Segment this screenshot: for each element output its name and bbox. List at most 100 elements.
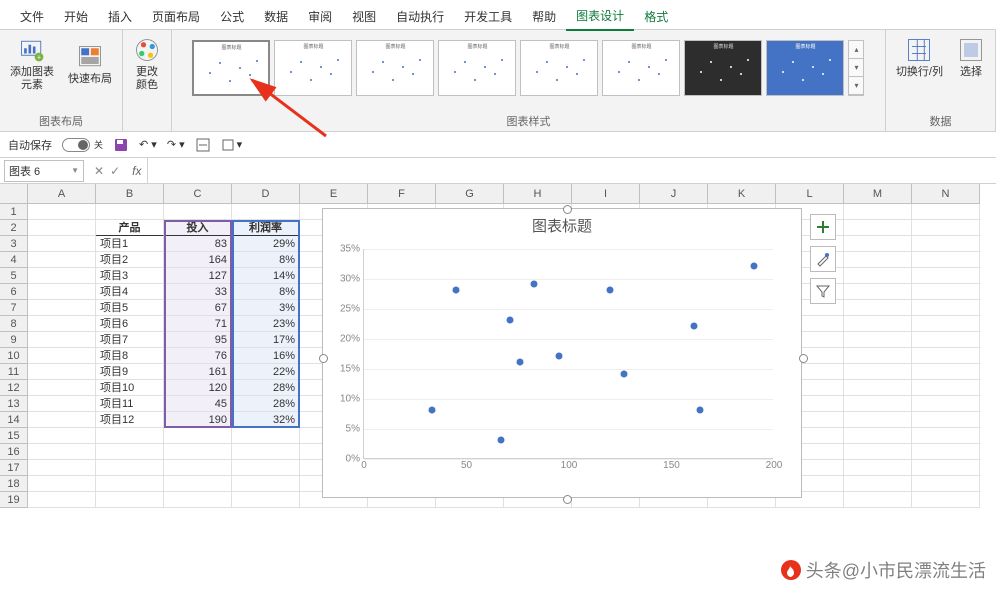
tab-insert[interactable]: 插入 — [98, 3, 142, 30]
col-header-I[interactable]: I — [572, 184, 640, 204]
cell-A17[interactable] — [28, 460, 96, 476]
cell-B8[interactable]: 项目6 — [96, 316, 164, 332]
chart-elements-button[interactable] — [810, 214, 836, 240]
cell-N1[interactable] — [912, 204, 980, 220]
cell-N8[interactable] — [912, 316, 980, 332]
cell-B19[interactable] — [96, 492, 164, 508]
cell-M14[interactable] — [844, 412, 912, 428]
data-point[interactable] — [621, 371, 628, 378]
formula-input[interactable] — [147, 158, 996, 183]
col-header-H[interactable]: H — [504, 184, 572, 204]
cell-N4[interactable] — [912, 252, 980, 268]
data-point[interactable] — [531, 281, 538, 288]
name-box[interactable]: 图表 6▼ — [4, 160, 84, 182]
row-header-16[interactable]: 16 — [0, 444, 28, 460]
cell-C14[interactable]: 190 — [164, 412, 232, 428]
cell-B3[interactable]: 项目1 — [96, 236, 164, 252]
cell-M5[interactable] — [844, 268, 912, 284]
style-gallery-scroll[interactable]: ▴ ▾ ▾ — [848, 40, 864, 96]
cell-B4[interactable]: 项目2 — [96, 252, 164, 268]
cell-D10[interactable]: 16% — [232, 348, 300, 364]
cell-B10[interactable]: 项目8 — [96, 348, 164, 364]
cell-A4[interactable] — [28, 252, 96, 268]
cell-N12[interactable] — [912, 380, 980, 396]
cell-D4[interactable]: 8% — [232, 252, 300, 268]
switch-row-col-button[interactable]: 切换行/列 — [892, 34, 947, 81]
row-header-17[interactable]: 17 — [0, 460, 28, 476]
select-all-corner[interactable] — [0, 184, 28, 204]
cell-B15[interactable] — [96, 428, 164, 444]
cell-C7[interactable]: 67 — [164, 300, 232, 316]
cell-N15[interactable] — [912, 428, 980, 444]
cell-A15[interactable] — [28, 428, 96, 444]
cell-A18[interactable] — [28, 476, 96, 492]
row-header-13[interactable]: 13 — [0, 396, 28, 412]
add-chart-element-button[interactable]: + 添加图表 元素 — [6, 34, 58, 94]
cell-B7[interactable]: 项目5 — [96, 300, 164, 316]
data-point[interactable] — [750, 263, 757, 270]
row-header-2[interactable]: 2 — [0, 220, 28, 236]
chart-object[interactable]: 图表标题 0%5%10%15%20%25%30%35%050100150200 — [322, 208, 802, 498]
cell-B17[interactable] — [96, 460, 164, 476]
cell-M2[interactable] — [844, 220, 912, 236]
cell-C4[interactable]: 164 — [164, 252, 232, 268]
cell-M8[interactable] — [844, 316, 912, 332]
cell-B14[interactable]: 项目12 — [96, 412, 164, 428]
cell-A6[interactable] — [28, 284, 96, 300]
cell-C17[interactable] — [164, 460, 232, 476]
autosave-toggle[interactable] — [62, 138, 90, 152]
data-point[interactable] — [506, 317, 513, 324]
chart-style-2[interactable]: 图表标题 — [274, 40, 352, 96]
row-header-9[interactable]: 9 — [0, 332, 28, 348]
tab-auto-execute[interactable]: 自动执行 — [386, 3, 454, 30]
redo-icon[interactable]: ↷ ▾ — [167, 138, 185, 151]
chart-style-7[interactable]: 图表标题 — [684, 40, 762, 96]
chart-handle[interactable] — [319, 354, 328, 363]
cell-M1[interactable] — [844, 204, 912, 220]
row-header-5[interactable]: 5 — [0, 268, 28, 284]
cell-B18[interactable] — [96, 476, 164, 492]
cell-M18[interactable] — [844, 476, 912, 492]
tab-data[interactable]: 数据 — [254, 3, 298, 30]
cell-M13[interactable] — [844, 396, 912, 412]
cell-A13[interactable] — [28, 396, 96, 412]
cell-C19[interactable] — [164, 492, 232, 508]
chart-style-3[interactable]: 图表标题 — [356, 40, 434, 96]
quick-layout-button[interactable]: 快速布局 — [64, 34, 116, 94]
cell-D17[interactable] — [232, 460, 300, 476]
row-header-19[interactable]: 19 — [0, 492, 28, 508]
cell-C5[interactable]: 127 — [164, 268, 232, 284]
cell-C12[interactable]: 120 — [164, 380, 232, 396]
cell-M16[interactable] — [844, 444, 912, 460]
data-point[interactable] — [428, 407, 435, 414]
cell-D18[interactable] — [232, 476, 300, 492]
cell-B12[interactable]: 项目10 — [96, 380, 164, 396]
chart-style-6[interactable]: 图表标题 — [602, 40, 680, 96]
cell-N6[interactable] — [912, 284, 980, 300]
tab-page-layout[interactable]: 页面布局 — [142, 3, 210, 30]
qat-icon-2[interactable]: ▾ — [221, 137, 243, 153]
cell-D8[interactable]: 23% — [232, 316, 300, 332]
fx-icon[interactable]: fx — [132, 164, 141, 178]
row-header-4[interactable]: 4 — [0, 252, 28, 268]
col-header-K[interactable]: K — [708, 184, 776, 204]
row-header-18[interactable]: 18 — [0, 476, 28, 492]
col-header-B[interactable]: B — [96, 184, 164, 204]
cell-C8[interactable]: 71 — [164, 316, 232, 332]
cell-C3[interactable]: 83 — [164, 236, 232, 252]
data-point[interactable] — [691, 323, 698, 330]
gallery-up-icon[interactable]: ▴ — [849, 41, 863, 59]
cell-A2[interactable] — [28, 220, 96, 236]
cell-D11[interactable]: 22% — [232, 364, 300, 380]
cell-A3[interactable] — [28, 236, 96, 252]
cell-M15[interactable] — [844, 428, 912, 444]
col-header-A[interactable]: A — [28, 184, 96, 204]
data-point[interactable] — [498, 437, 505, 444]
cell-A8[interactable] — [28, 316, 96, 332]
gallery-more-icon[interactable]: ▾ — [849, 77, 863, 95]
cell-D1[interactable] — [232, 204, 300, 220]
chart-plot-area[interactable]: 0%5%10%15%20%25%30%35%050100150200 — [363, 249, 773, 459]
cell-B2[interactable]: 产品 — [96, 220, 164, 236]
col-header-L[interactable]: L — [776, 184, 844, 204]
cell-N13[interactable] — [912, 396, 980, 412]
